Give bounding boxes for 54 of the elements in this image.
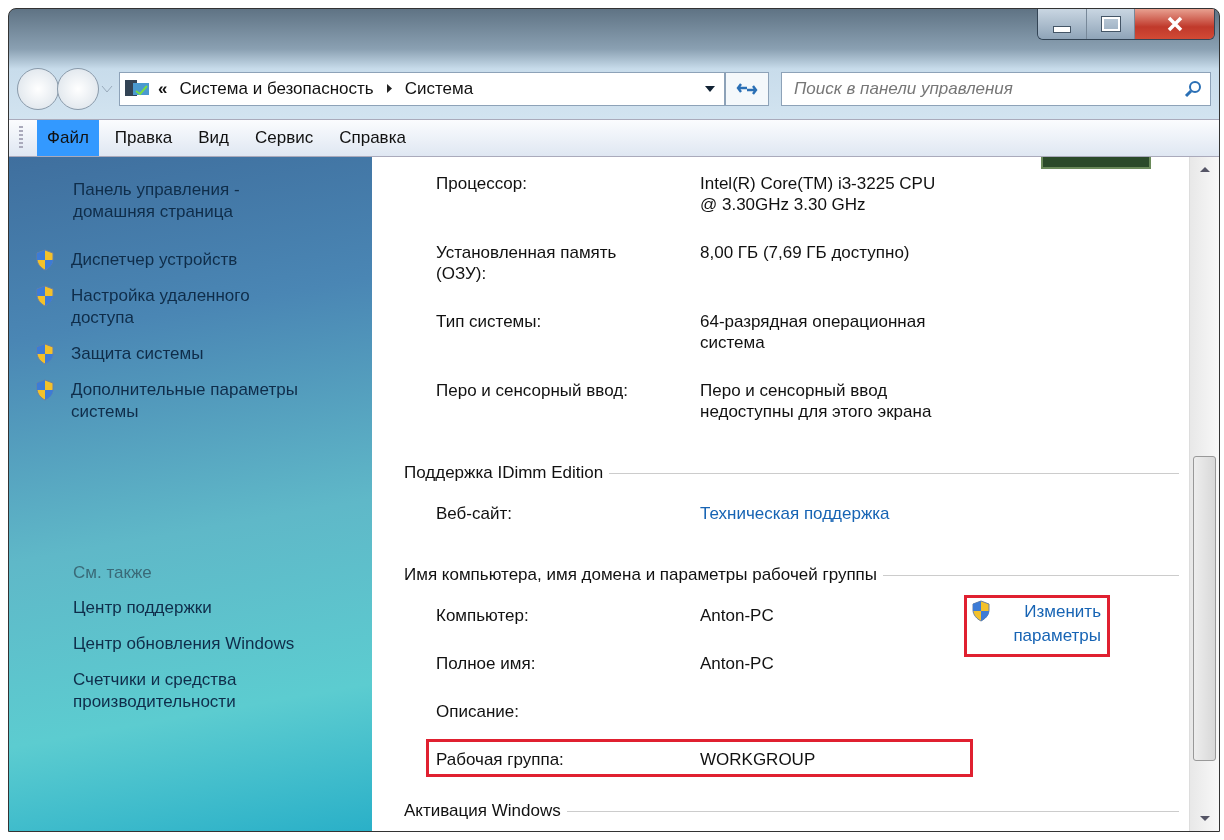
sidebar-link[interactable]: Защита системы [71, 343, 341, 365]
change-settings-link[interactable]: Изменить параметры [991, 600, 1101, 648]
field-label: Полное имя: [436, 653, 537, 674]
close-button[interactable] [1134, 9, 1214, 39]
field-label: Процессор: [436, 173, 528, 195]
menu-item[interactable]: Файл [37, 120, 99, 156]
maximize-button[interactable] [1086, 9, 1134, 39]
address-bar[interactable]: « Система и безопасность Система [119, 72, 725, 106]
field-label: Установленная память (ОЗУ): [436, 242, 618, 284]
breadcrumb[interactable]: Система [404, 79, 474, 99]
field-label: Описание: [436, 701, 520, 722]
close-icon [1165, 16, 1184, 32]
field-value: WORKGROUP [700, 749, 817, 770]
field-label: Веб-сайт: [436, 503, 513, 524]
section-heading: Активация Windows [404, 801, 561, 821]
field-value: Anton-PC [700, 653, 775, 674]
field-value: Перо и сенсорный ввод недоступны для этого экрана [700, 380, 933, 422]
support-link[interactable]: Техническая поддержка [700, 503, 950, 524]
sidebar-link[interactable]: Счетчики и средства производительности [73, 669, 352, 713]
breadcrumb[interactable]: Система и безопасность [179, 79, 374, 99]
menu-item[interactable]: Сервис [245, 120, 324, 156]
minimize-button[interactable] [1038, 9, 1086, 39]
shield-icon [35, 343, 55, 365]
scroll-up-icon[interactable] [1198, 165, 1211, 173]
field-label: Перо и сенсорный ввод: [436, 380, 629, 402]
search-icon[interactable] [1184, 80, 1202, 98]
sidebar-link[interactable]: Центр поддержки [73, 597, 212, 619]
scrollbar[interactable] [1189, 157, 1219, 831]
sidebar-link[interactable]: Дополнительные параметры системы [71, 379, 341, 423]
field-value: Intel(R) Core(TM) i3-3225 CPU @ 3.30GHz 3.30 GHz [700, 173, 937, 215]
field-value: Anton-PC [700, 605, 775, 626]
menu-item[interactable]: Вид [188, 120, 239, 156]
section-heading: Поддержка IDimm Edition [404, 463, 604, 483]
shield-icon [35, 249, 55, 271]
field-label: Компьютер: [436, 605, 530, 626]
menu-grip [19, 126, 23, 150]
sidebar-link[interactable]: Настройка удаленного доступа [71, 285, 301, 329]
dropdown-icon[interactable] [704, 85, 716, 93]
field-value: 64-разрядная операционная система [700, 311, 927, 353]
menu-item[interactable]: Правка [104, 120, 183, 156]
shield-icon [971, 600, 991, 622]
refresh-button[interactable] [725, 72, 769, 106]
search-field[interactable]: Поиск в панели управления [781, 72, 1211, 106]
field-value: 8,00 ГБ (7,69 ГБ доступно) [700, 242, 911, 264]
shield-icon [35, 285, 55, 307]
sidebar-heading: См. также [73, 563, 152, 583]
menu-item[interactable]: Справка [329, 120, 416, 156]
sidebar-link[interactable]: Центр обновления Windows [73, 633, 295, 655]
field-label: Тип системы: [436, 311, 543, 333]
shield-icon [35, 379, 55, 401]
section-heading: Имя компьютера, имя домена и параметры рабочей группы [404, 565, 878, 585]
scroll-down-icon[interactable] [1198, 815, 1211, 823]
field-label: Рабочая группа: [436, 749, 565, 770]
overflow-chevron[interactable]: « [158, 79, 168, 99]
